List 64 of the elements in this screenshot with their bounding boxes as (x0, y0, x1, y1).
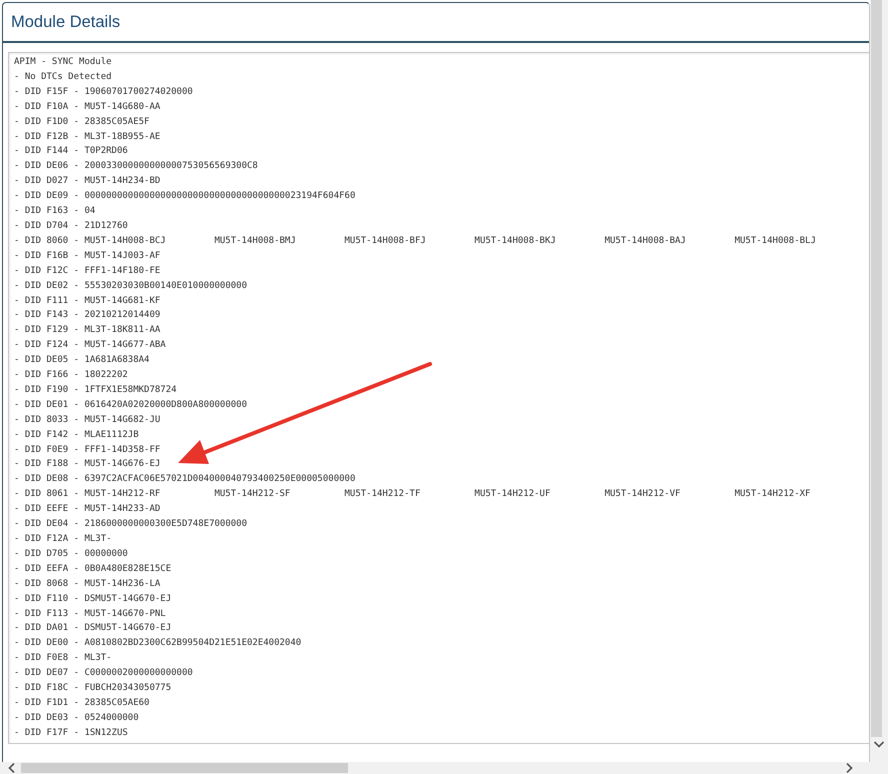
listing-text: - DID F12C - FFF1-14F180-FE (14, 266, 160, 276)
listing-text: - DID DE04 - 2186000000000300E5D748E7000000 (14, 519, 247, 530)
chevron-right-icon[interactable] (846, 763, 853, 773)
listing-text: - DID D704 - 21D12760 (14, 220, 128, 231)
listing-text: - DID F110 - DSMU5T-14G670-EJ (14, 594, 172, 604)
listing-text: - DID DE08 - 6397C2ACFAC06E57021D004000040793400250E00005000000 (14, 474, 356, 484)
listing-text: - DID F163 - 04 (14, 206, 96, 216)
listing-text: - DID DE00 - A0810802BD2300C62B99504D21E51E02E4002040 (14, 638, 302, 648)
listing-text: - DID 8033 - MU5T-14G682-JU (14, 414, 160, 425)
listing-text: - DID D705 - 00000000 (14, 548, 128, 559)
listing-text: - DID DE09 - 0000000000000000000000000000000000000023194F604F60 (14, 191, 356, 202)
listing-text: - DID F129 - ML3T-18K811-AA (14, 325, 160, 336)
listing-text: - DID F113 - MU5T-14G670-PNL (14, 608, 166, 619)
listing-text: APIM - SYNC Module (14, 57, 112, 67)
listing-text: MU5T-14H008-BLJ (734, 236, 816, 246)
listing-text: - DID 8068 - MU5T-14H236-LA (14, 578, 160, 589)
listing-text: - DID DE01 - 0616420A02020000D800A800000000 (14, 400, 247, 410)
listing-text: - DID F111 - MU5T-14G681-KF (14, 296, 160, 306)
listing-text: - DID F143 - 20210212014409 (14, 310, 160, 320)
listing-text: - DID F124 - MU5T-14G677-ABA (14, 340, 166, 350)
listing-text: - DID DE07 - C0000002000000000000 (14, 668, 193, 678)
listing-text: - DID F190 - 1FTFX1E58MKD78724 (14, 384, 177, 395)
listing-text: - DID F188 - MU5T-14G676-EJ (14, 459, 160, 470)
listing-text: MU5T-14H008-BMJ (214, 236, 296, 246)
listing-text: - DID F12B - ML3T-18B955-AE (14, 132, 160, 142)
listing-text: - DID DE03 - 0524000000 (14, 712, 139, 723)
listing-text: - DID DE02 - 55530203030B00140E010000000000 (14, 280, 247, 291)
horizontal-scrollbar[interactable] (0, 762, 888, 774)
listing-text: MU5T-14H212-UF (474, 489, 550, 500)
listing-text: - DID DE05 - 1A681A6838A4 (14, 355, 150, 366)
listing-text: MU5T-14H212-VF (604, 489, 680, 500)
listing-text: MU5T-14H212-SF (214, 489, 290, 500)
listing-text: - DID F12A - ML3T- (14, 534, 112, 544)
chevron-down-icon[interactable] (874, 741, 884, 748)
listing-text: MU5T-14H008-BFJ (344, 236, 426, 246)
listing-text: MU5T-14H212-TF (344, 489, 420, 500)
listing-text: MU5T-14H008-BAJ (604, 236, 686, 246)
listing-text: - DID F18C - FUBCH20343050775 (14, 683, 172, 694)
listing-text: - DID F142 - MLAE1112JB (14, 430, 139, 440)
listing-text: - DID F1D0 - 28385C05AE5F (14, 116, 150, 127)
scrollbar-thumb[interactable] (871, 0, 882, 737)
listing-text: - DID F15F - 19060701700274020000 (14, 86, 193, 97)
listing-text: - DID 8060 - MU5T-14H008-BCJ (14, 236, 166, 246)
listing-text: - DID DA01 - DSMU5T-14G670-EJ (14, 623, 172, 634)
listing-text: - DID F0E8 - ML3T- (14, 653, 112, 664)
listing-text: - DID D027 - MU5T-14H234-BD (14, 176, 160, 186)
vertical-scrollbar[interactable] (870, 0, 888, 762)
listing-text: MU5T-14H008-BKJ (474, 236, 556, 246)
listing-text: - DID 8061 - MU5T-14H212-RF (14, 489, 160, 500)
chevron-left-icon[interactable] (8, 763, 15, 773)
listing-text: - DID F10A - MU5T-14G680-AA (14, 102, 160, 112)
listing-text: - DID EEFA - 0B0A480E828E15CE (14, 564, 172, 574)
listing-text: - DID F144 - T0P2RD06 (14, 146, 128, 156)
listing-text: - No DTCs Detected (14, 72, 112, 82)
scrollbar-thumb[interactable] (21, 763, 348, 773)
listing-text: - DID F17F - 1SN12ZUS (14, 728, 128, 738)
listing-text: MU5T-14H212-XF (734, 489, 810, 500)
listing-text: - DID F166 - 18022202 (14, 370, 128, 380)
listing-text: - DID F0E9 - FFF1-14D358-FF (14, 444, 160, 455)
panel-title: Module Details (11, 12, 120, 32)
listing-text: - DID DE06 - 200033000000000000753056569300C8 (14, 161, 258, 172)
listing-text: - DID F16B - MU5T-14J003-AF (14, 250, 160, 261)
listing-text: - DID F1D1 - 28385C05AE60 (14, 698, 150, 708)
listing-text: - DID EEFE - MU5T-14H233-AD (14, 504, 160, 514)
